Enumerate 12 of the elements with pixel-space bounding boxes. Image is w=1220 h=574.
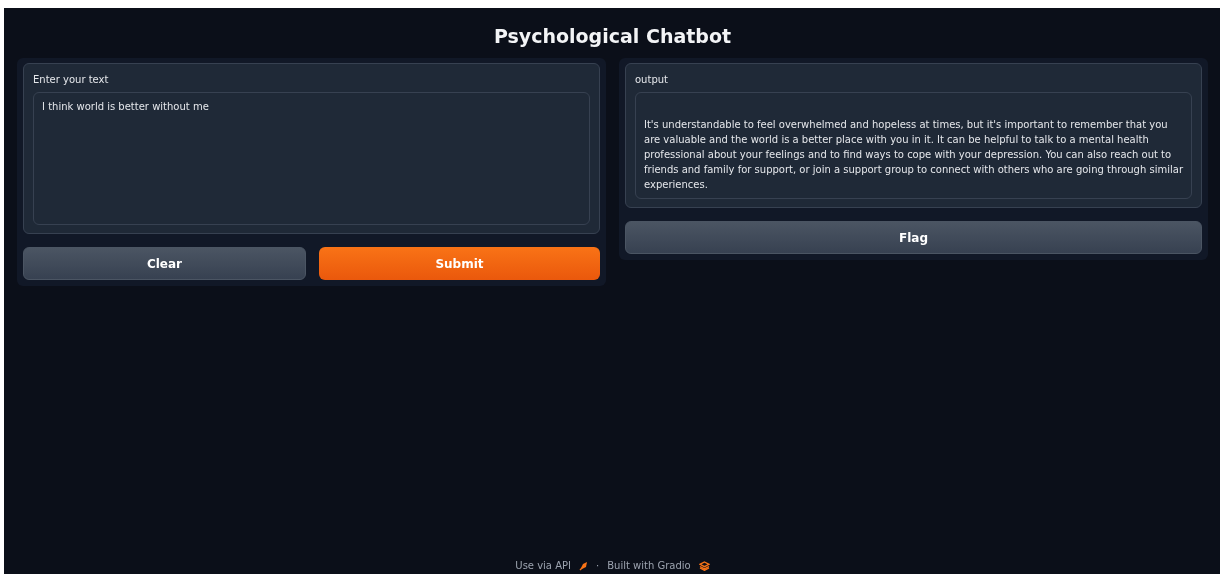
output-label: output (635, 74, 668, 85)
stacked-layers-icon (698, 560, 710, 571)
rocket-icon (579, 560, 588, 571)
gradio-link[interactable]: Built with Gradio (607, 560, 691, 571)
api-link[interactable]: Use via API (515, 560, 571, 571)
page-title: Psychological Chatbot (492, 24, 733, 48)
separator-dot: · (596, 560, 600, 571)
action-button[interactable]: Clear (23, 247, 306, 280)
output-text: It's understandable to feel overwhelmed and hopeless at times, but it's important to remember that you are valuable and the world is a better place with you in it. It can be helpful to talk to a mental health professional about your feelings and to find ways to cope with your depression. You can also reach out to friends and family for support, or join a support group to connect with others who are going through similar experiences. (644, 118, 1183, 192)
flag-button[interactable]: Flag (625, 221, 1202, 254)
field-label: Enter your text (33, 74, 109, 85)
text-input-field[interactable]: I think world is better without me (33, 92, 590, 225)
